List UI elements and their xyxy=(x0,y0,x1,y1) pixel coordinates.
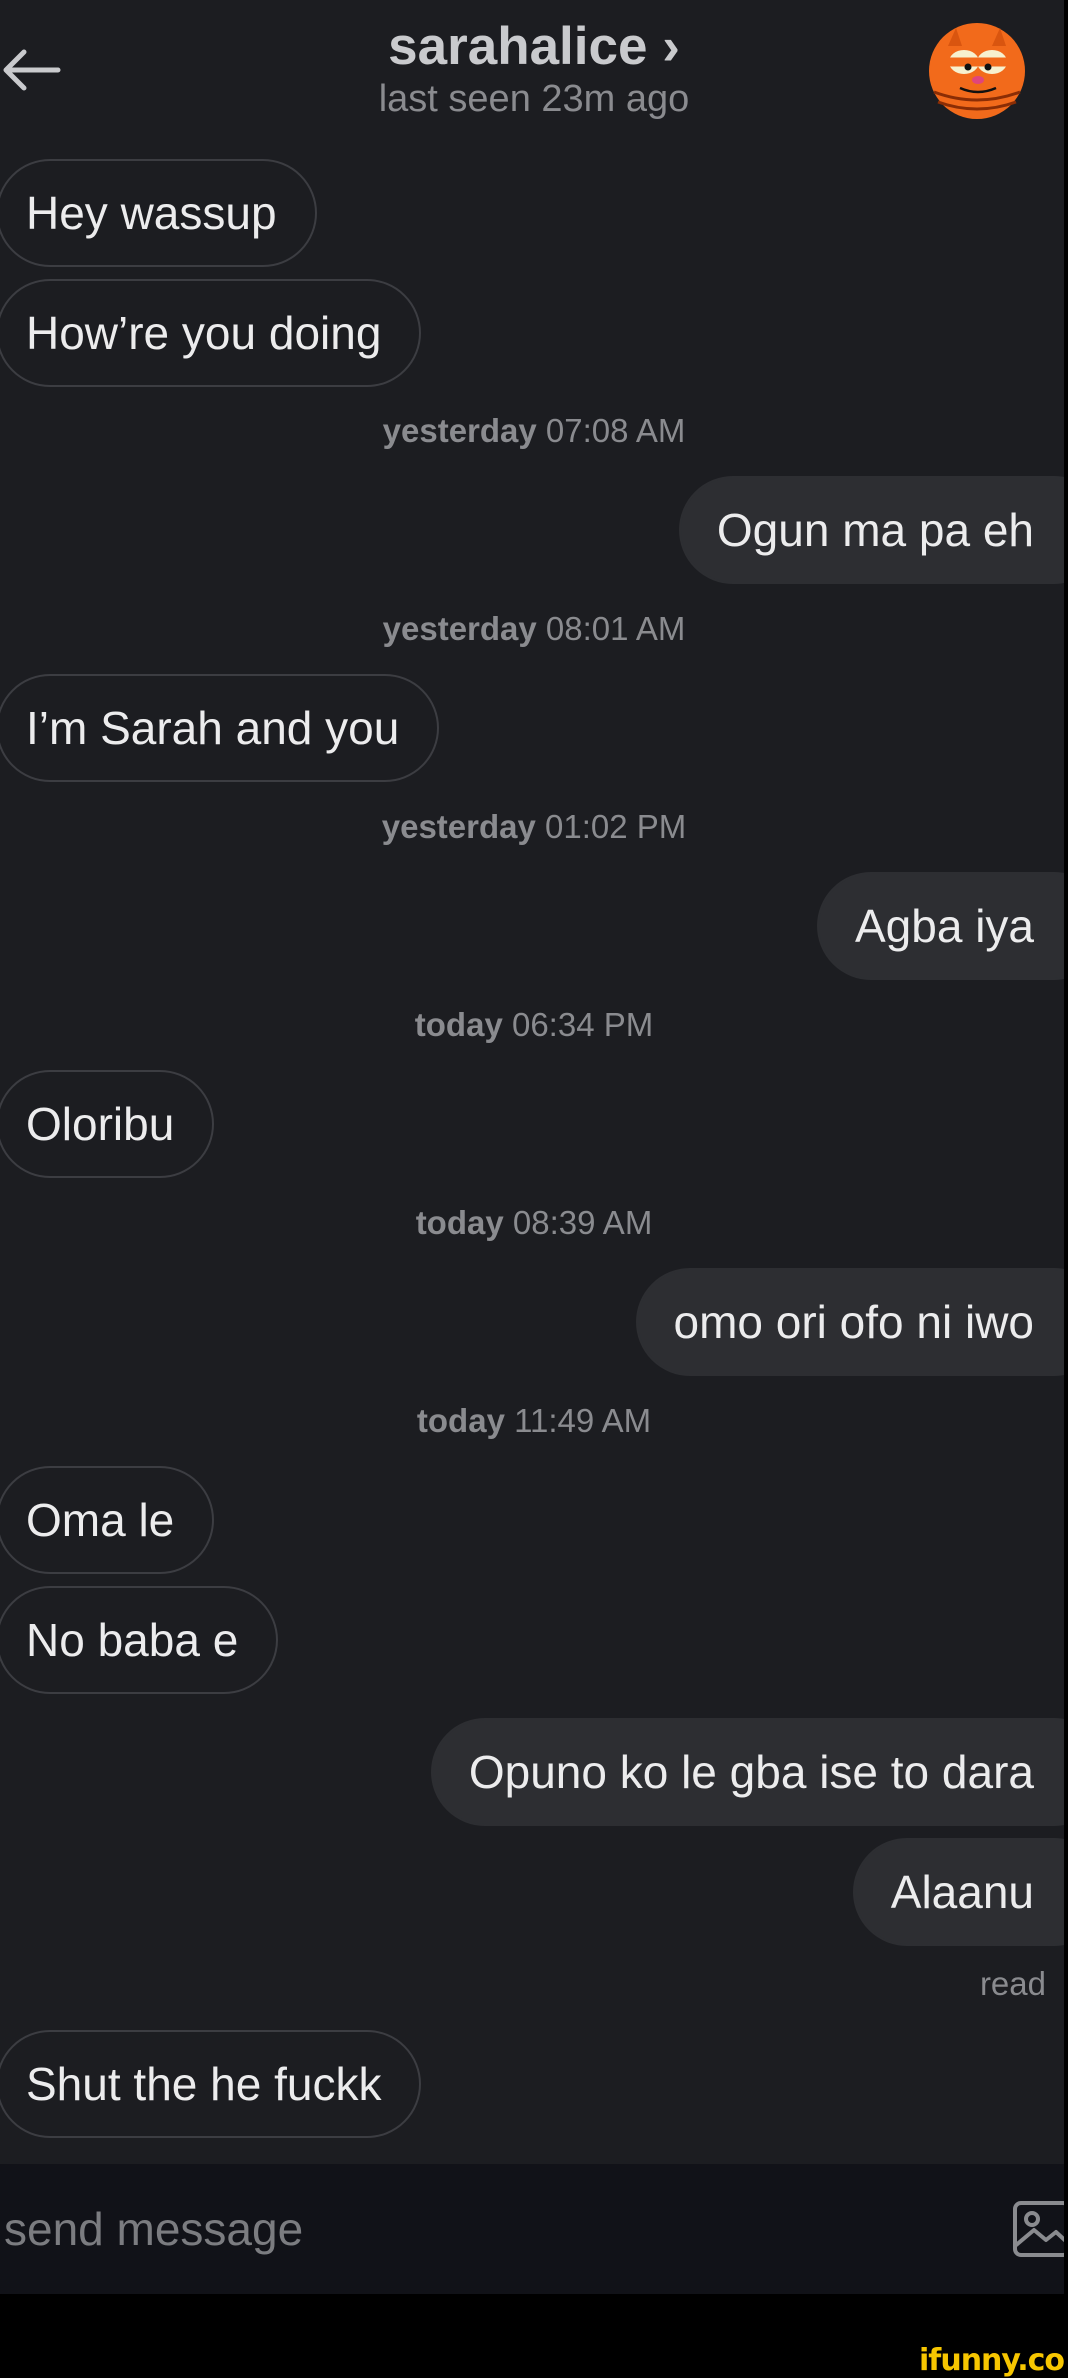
image-icon[interactable] xyxy=(1012,2200,1068,2258)
avatar[interactable] xyxy=(928,22,1026,120)
outgoing-message-bubble[interactable]: Agba iya xyxy=(816,872,1068,980)
timestamp-divider: today 11:49 AM xyxy=(0,1402,1068,1440)
timestamp-time: 11:49 AM xyxy=(514,1402,652,1439)
timestamp-divider: yesterday 08:01 AM xyxy=(0,610,1068,648)
timestamp-day: yesterday xyxy=(381,808,536,845)
outgoing-message-bubble[interactable]: Alaanu xyxy=(852,1838,1068,1946)
contact-name[interactable]: sarahalice › xyxy=(0,16,1068,77)
timestamp-divider: today 08:39 AM xyxy=(0,1204,1068,1242)
timestamp-day: today xyxy=(416,1402,505,1439)
incoming-message-bubble[interactable]: Oma le xyxy=(0,1466,215,1574)
incoming-message-bubble[interactable]: I’m Sarah and you xyxy=(0,674,440,782)
timestamp-day: yesterday xyxy=(382,610,537,647)
outgoing-message-bubble[interactable]: Opuno ko le gba ise to dara xyxy=(430,1718,1068,1826)
timestamp-divider: yesterday 07:08 AM xyxy=(0,412,1068,450)
outgoing-message-bubble[interactable]: Ogun ma pa eh xyxy=(678,476,1068,584)
right-edge xyxy=(1064,0,1068,2294)
timestamp-time: 07:08 AM xyxy=(545,412,686,449)
timestamp-time: 01:02 PM xyxy=(545,808,687,845)
timestamp-divider: today 06:34 PM xyxy=(0,1006,1068,1044)
timestamp-divider: yesterday 01:02 PM xyxy=(0,808,1068,846)
chat-screen: sarahalice › last seen 23m ago Hey wassu… xyxy=(0,0,1068,2378)
timestamp-time: 08:39 AM xyxy=(512,1204,653,1241)
timestamp-day: today xyxy=(415,1204,504,1241)
incoming-message-bubble[interactable]: No baba e xyxy=(0,1586,279,1694)
message-composer xyxy=(0,2164,1068,2294)
bottom-bar: ifunny.co xyxy=(0,2294,1068,2378)
timestamp-day: yesterday xyxy=(382,412,537,449)
watermark: ifunny.co xyxy=(919,2343,1065,2378)
timestamp-day: today xyxy=(414,1006,503,1043)
timestamp-time: 06:34 PM xyxy=(511,1006,654,1043)
incoming-message-bubble[interactable]: Shut the he fuckk xyxy=(0,2030,422,2138)
incoming-message-bubble[interactable]: How’re you doing xyxy=(0,279,422,387)
last-seen-status: last seen 23m ago xyxy=(378,78,690,120)
incoming-message-bubble[interactable]: Oloribu xyxy=(0,1070,215,1178)
timestamp-time: 08:01 AM xyxy=(545,610,686,647)
outgoing-message-bubble[interactable]: omo ori ofo ni iwo xyxy=(635,1268,1068,1376)
incoming-message-bubble[interactable]: Hey wassup xyxy=(0,159,317,267)
read-receipt: read xyxy=(979,1965,1046,2002)
message-input[interactable] xyxy=(0,2164,960,2294)
